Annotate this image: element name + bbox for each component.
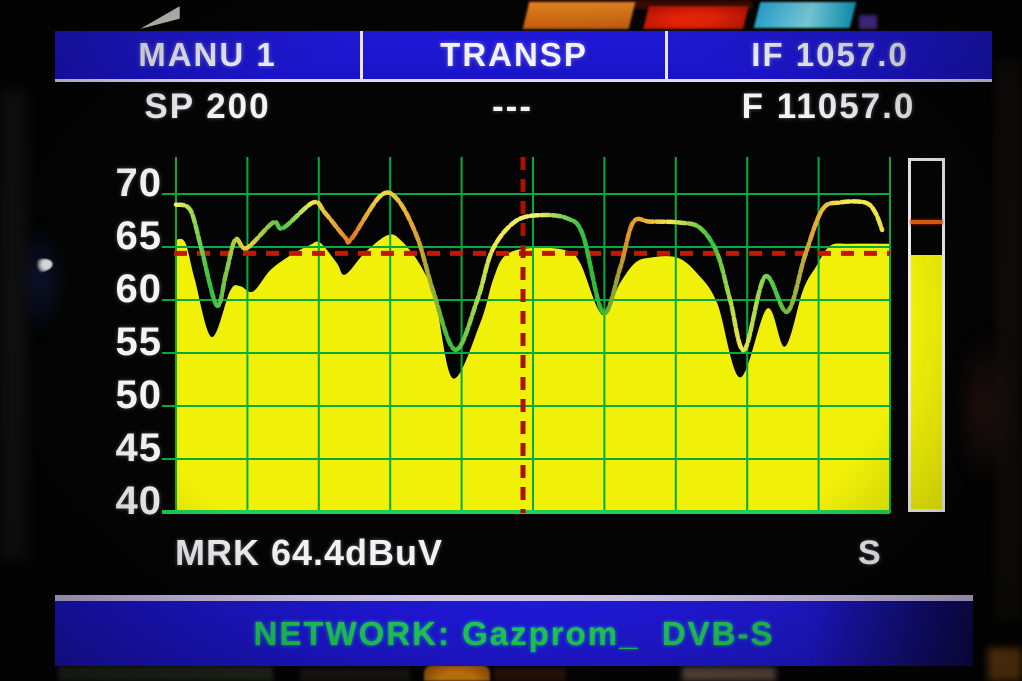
photo-artifact-orange-block bbox=[523, 2, 636, 29]
photo-artifact-left-shadow bbox=[0, 90, 26, 560]
network-name-text: NETWORK: Gazprom_ DVB-S bbox=[253, 615, 774, 653]
y-axis-label: 60 bbox=[84, 269, 162, 309]
photo-artifact-purple-sliver bbox=[859, 15, 877, 29]
photo-artifact-bottom-blob bbox=[300, 668, 410, 681]
y-axis-label: 45 bbox=[84, 428, 162, 468]
signal-level-fill bbox=[911, 255, 942, 509]
top-status-bar: MANU 1 TRANSP IF 1057.0 bbox=[55, 31, 992, 82]
meter-screen: MANU 1 TRANSP IF 1057.0 SP 200 --- F 110… bbox=[0, 0, 1022, 681]
y-axis-label: 50 bbox=[84, 375, 162, 415]
tuned-frequency-value: F 11057.0 bbox=[665, 86, 992, 128]
y-axis-label: 40 bbox=[84, 481, 162, 521]
network-status-bar: NETWORK: Gazprom_ DVB-S bbox=[55, 595, 973, 666]
transponder-mode-label: TRANSP bbox=[360, 31, 665, 79]
signal-mode-indicator: S bbox=[858, 534, 881, 573]
if-frequency-label: IF 1057.0 bbox=[665, 31, 992, 79]
photo-artifact-right-smudge bbox=[955, 330, 1015, 490]
y-axis-label: 70 bbox=[84, 163, 162, 203]
photo-artifact-cyan-block bbox=[754, 2, 856, 28]
photo-artifact-bottom-blob bbox=[494, 668, 566, 681]
photo-artifact-red-block bbox=[643, 6, 749, 29]
photo-artifact-bottom-blob bbox=[58, 666, 273, 681]
signal-level-bar bbox=[908, 158, 945, 512]
photo-artifact-white-triangle bbox=[140, 6, 180, 29]
photo-artifact-bottom-blob bbox=[682, 667, 776, 681]
y-axis-labels: 70656055504540 bbox=[84, 157, 162, 515]
y-axis-label: 65 bbox=[84, 216, 162, 256]
transponder-value: --- bbox=[360, 86, 665, 128]
span-value: SP 200 bbox=[55, 86, 360, 128]
measure-mode-label: MANU 1 bbox=[55, 31, 360, 79]
photo-artifact-bottom-blob bbox=[424, 665, 490, 681]
y-axis-label: 55 bbox=[84, 322, 162, 362]
peak-hold-marker bbox=[911, 220, 942, 224]
marker-level-readout: MRK 64.4dBuV bbox=[175, 532, 443, 574]
info-row: SP 200 --- F 11057.0 bbox=[55, 86, 992, 128]
spectrum-plot bbox=[176, 157, 890, 515]
photo-artifact-bottom-blob bbox=[988, 648, 1022, 681]
